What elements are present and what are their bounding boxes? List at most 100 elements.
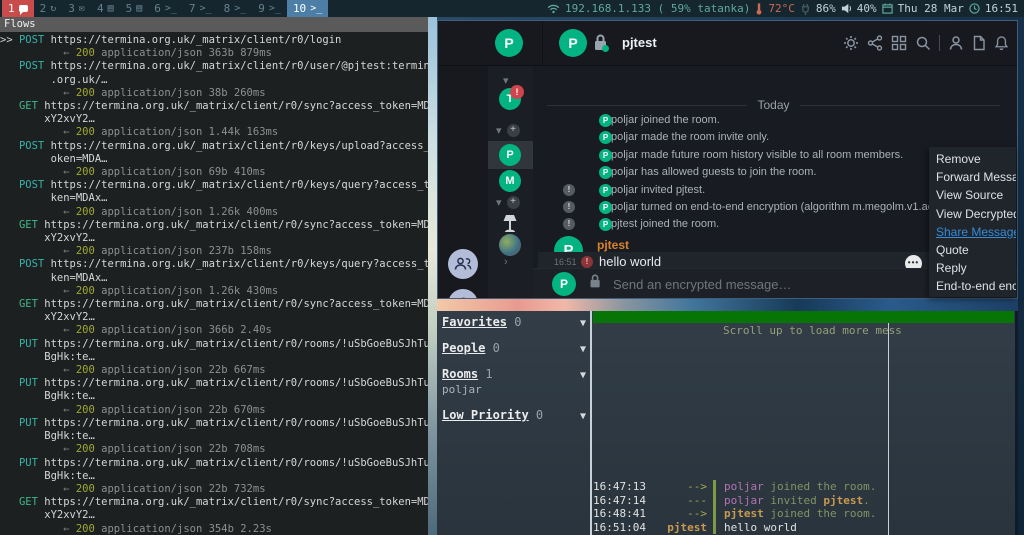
flow-row[interactable]: PUT https://termina.org.uk/_matrix/clien… xyxy=(0,457,428,497)
collapse-arrow-icon[interactable]: ▼ xyxy=(580,318,586,329)
member-icon[interactable] xyxy=(948,35,964,51)
terminal-icon: >_ xyxy=(234,4,246,14)
collapse-arrow-icon[interactable]: ▼ xyxy=(580,344,586,355)
workspace-4[interactable]: 4▤ xyxy=(91,0,120,17)
menu-item-share-message[interactable]: Share Message xyxy=(929,223,1016,241)
chevron-down-icon[interactable]: ▾ xyxy=(503,74,509,87)
flow-row[interactable]: >> POST https://termina.org.uk/_matrix/c… xyxy=(0,34,428,60)
request-url: ken=MDAx… xyxy=(51,192,108,204)
menu-item-quote[interactable]: Quote xyxy=(929,241,1016,259)
workspace-6[interactable]: 6 >_ xyxy=(148,0,183,17)
focus-marker xyxy=(0,140,19,152)
flow-row[interactable]: GET https://termina.org.uk/_matrix/clien… xyxy=(0,496,428,535)
date-value: Thu 28 Mar xyxy=(898,2,964,15)
flow-row[interactable]: PUT https://termina.org.uk/_matrix/clien… xyxy=(0,417,428,457)
user-avatar[interactable]: P xyxy=(495,29,523,57)
notification-bell-icon[interactable] xyxy=(994,35,1009,51)
status-code: 200 xyxy=(76,245,95,257)
apps-grid-icon[interactable] xyxy=(891,35,907,51)
section-header-low-priority[interactable]: Low Priority 0▼ xyxy=(442,408,586,422)
request-url: https://termina.org.uk/_matrix/client/r0… xyxy=(51,60,428,72)
flow-row[interactable]: POST https://termina.org.uk/_matrix/clie… xyxy=(0,60,428,100)
members-button[interactable] xyxy=(448,249,478,279)
community-image-avatar[interactable] xyxy=(499,234,521,256)
menu-item-remove[interactable]: Remove xyxy=(929,150,1016,168)
response-meta: application/json 69b 410ms xyxy=(95,166,266,178)
section-header-favorites[interactable]: Favorites 0▼ xyxy=(442,315,586,329)
timeline-event[interactable]: Ppoljar joined the room. xyxy=(533,112,1018,129)
collapse-arrow-icon[interactable]: ▼ xyxy=(580,370,586,381)
workspace-10[interactable]: 10>_ xyxy=(287,0,328,17)
request-url: BgHk:te… xyxy=(44,390,95,402)
room-avatar-selected[interactable]: P xyxy=(499,144,521,166)
workspace-5[interactable]: 5▤ xyxy=(120,0,149,17)
request-url-continuation: BgHk:te… xyxy=(0,470,428,483)
message-options-button[interactable]: ••• xyxy=(905,255,922,268)
flow-row[interactable]: GET https://termina.org.uk/_matrix/clien… xyxy=(0,219,428,259)
request-url: BgHk:te… xyxy=(44,470,95,482)
add-room-button[interactable]: + xyxy=(507,196,520,209)
share-icon[interactable] xyxy=(867,35,883,51)
workspace-8[interactable]: 8>_ xyxy=(218,0,253,17)
chevron-right-icon[interactable]: › xyxy=(504,256,508,268)
flow-row[interactable]: GET https://termina.org.uk/_matrix/clien… xyxy=(0,100,428,140)
add-room-button[interactable]: + xyxy=(507,124,520,137)
terminal-icon: >_ xyxy=(269,4,281,14)
menu-item-end-to-end-encry[interactable]: End-to-end encry xyxy=(929,277,1016,295)
divider xyxy=(542,21,543,66)
request-url-continuation: xY2xvY2… xyxy=(0,232,428,245)
workspace-1[interactable]: 1 xyxy=(2,0,34,17)
response-meta: application/json 22b 708ms xyxy=(95,443,266,455)
collapse-arrow-icon[interactable]: ▼ xyxy=(580,411,586,422)
terminal-icon: >_ xyxy=(200,4,212,14)
section-header-rooms[interactable]: Rooms 1▼ xyxy=(442,367,586,381)
workspace-number: 5 xyxy=(126,2,133,15)
terminal-icon: >_ xyxy=(165,4,177,14)
help-button[interactable] xyxy=(448,289,478,299)
file-icon[interactable] xyxy=(972,35,986,51)
message-part: pjtest xyxy=(823,494,863,507)
http-method: PUT xyxy=(19,338,44,350)
flow-row[interactable]: GET https://termina.org.uk/_matrix/clien… xyxy=(0,298,428,338)
focus-marker xyxy=(0,496,19,508)
encryption-lock-icon xyxy=(592,33,610,58)
workspace-number: 6 xyxy=(154,2,161,15)
timeline-event[interactable]: Ppoljar made the room invite only. xyxy=(533,129,1018,146)
volume-value: 40% xyxy=(857,2,877,15)
search-icon[interactable] xyxy=(915,35,931,51)
room-section-favorites: Favorites 0▼ xyxy=(442,315,586,329)
focus-marker xyxy=(0,100,19,112)
workspace-3[interactable]: 3✉ xyxy=(62,0,91,17)
workspace-number: 3 xyxy=(68,2,75,15)
http-method: POST xyxy=(19,140,51,152)
room-item-poljar[interactable]: poljar xyxy=(442,383,586,396)
flow-row[interactable]: POST https://termina.org.uk/_matrix/clie… xyxy=(0,258,428,298)
room-avatar[interactable]: P xyxy=(559,29,587,57)
workspace-7[interactable]: 7>_ xyxy=(183,0,218,17)
message-body: poljar invited pjtest. xyxy=(724,494,870,507)
http-method: POST xyxy=(19,258,51,270)
chevron-down-icon[interactable]: ▾ xyxy=(496,196,502,209)
menu-item-forward-message[interactable]: Forward Message xyxy=(929,168,1016,186)
flow-row[interactable]: POST https://termina.org.uk/_matrix/clie… xyxy=(0,179,428,219)
section-count: 0 xyxy=(507,315,521,329)
flow-row[interactable]: PUT https://termina.org.uk/_matrix/clien… xyxy=(0,377,428,417)
workspace-2[interactable]: 2↻ xyxy=(34,0,63,17)
flow-row[interactable]: POST https://termina.org.uk/_matrix/clie… xyxy=(0,140,428,180)
chevron-down-icon[interactable]: ▾ xyxy=(496,124,502,137)
refresh-icon: ↻ xyxy=(50,4,56,14)
menu-item-view-source[interactable]: View Source xyxy=(929,186,1016,204)
settings-icon[interactable] xyxy=(843,35,859,51)
room-avatar[interactable]: M xyxy=(499,170,521,192)
menu-item-reply[interactable]: Reply xyxy=(929,259,1016,277)
message-time: 16:47:14 xyxy=(593,494,655,507)
menu-item-view-decrypted-s[interactable]: View Decrypted S xyxy=(929,205,1016,223)
flow-row[interactable]: PUT https://termina.org.uk/_matrix/clien… xyxy=(0,338,428,378)
message-input[interactable] xyxy=(613,277,953,292)
request-url-continuation: ken=MDAx… xyxy=(0,272,428,285)
section-header-people[interactable]: People 0▼ xyxy=(442,341,586,355)
left-nav-column xyxy=(438,66,488,299)
wallpaper-strip xyxy=(428,17,437,535)
workspace-9[interactable]: 9>_ xyxy=(252,0,287,17)
status-code: 200 xyxy=(76,523,95,535)
